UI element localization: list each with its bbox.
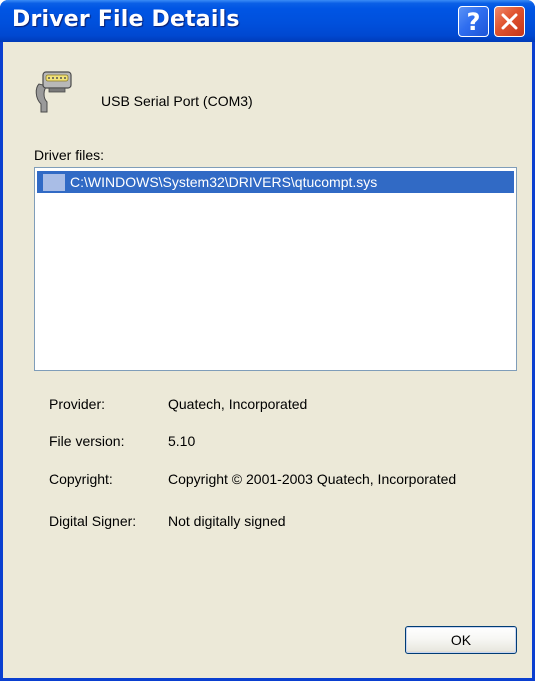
ok-button[interactable]: OK xyxy=(405,626,517,654)
copyright-label: Copyright: xyxy=(49,471,113,487)
driver-files-list[interactable]: C:\WINDOWS\System32\DRIVERS\qtucompt.sys xyxy=(34,167,517,371)
window-title: Driver File Details xyxy=(12,7,240,32)
provider-label: Provider: xyxy=(49,396,106,412)
driver-files-label: Driver files: xyxy=(34,147,105,163)
list-item[interactable]: C:\WINDOWS\System32\DRIVERS\qtucompt.sys xyxy=(37,171,514,193)
help-icon: ? xyxy=(466,7,481,36)
digital-signer-label: Digital Signer: xyxy=(49,513,137,529)
serial-port-connector-icon xyxy=(35,71,72,113)
title-bar[interactable]: Driver File Details ? xyxy=(0,0,535,42)
help-button[interactable]: ? xyxy=(458,6,489,37)
file-version-value: 5.10 xyxy=(168,433,196,449)
device-name: USB Serial Port (COM3) xyxy=(101,93,253,109)
driver-file-details-dialog: Driver File Details ? USB Serial Port (C… xyxy=(0,0,535,681)
close-icon xyxy=(501,13,518,30)
digital-signer-value: Not digitally signed xyxy=(168,513,286,529)
provider-value: Quatech, Incorporated xyxy=(168,396,308,412)
copyright-value: Copyright © 2001-2003 Quatech, Incorpora… xyxy=(168,471,457,487)
file-version-label: File version: xyxy=(49,433,125,449)
driver-file-icon xyxy=(43,173,65,191)
driver-file-path: C:\WINDOWS\System32\DRIVERS\qtucompt.sys xyxy=(70,174,378,190)
close-button[interactable] xyxy=(494,6,525,37)
